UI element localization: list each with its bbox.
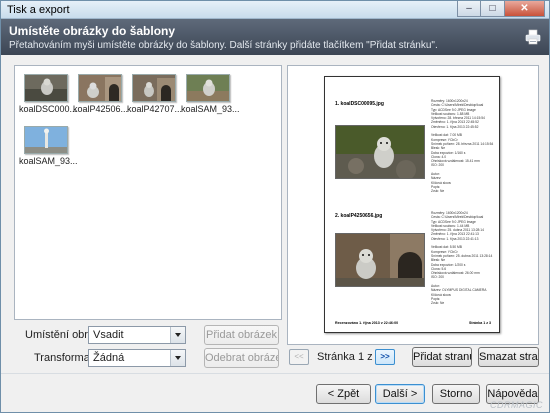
add-image-button[interactable]: Přidat obrázek <box>204 325 279 345</box>
next-button[interactable]: Další > <box>375 384 425 404</box>
transform-value: Žádná <box>93 352 125 364</box>
minimize-button[interactable]: – <box>457 1 481 17</box>
thumbnail-image <box>132 74 176 102</box>
thumbnail-item[interactable]: koalDSC000... <box>19 74 78 114</box>
photo2-title: 2. koalP4250656.jpg <box>335 213 383 219</box>
watermark-logo: CDRMAGIC <box>490 400 543 410</box>
chevron-down-icon <box>170 350 185 366</box>
page-preview[interactable]: 1. koalDSC00095.jpg Rozměry: 1600x1200x2… <box>324 76 500 333</box>
thumbnail-label: koalSAM_93... <box>181 104 240 114</box>
thumbnail-item[interactable]: koalSAM_93... <box>181 74 240 114</box>
wizard-header: Umístěte obrázky do šablony Přetahováním… <box>1 19 549 55</box>
thumbnail-item[interactable]: koalSAM_93... <box>19 126 78 166</box>
next-page-button[interactable]: >> <box>375 349 395 365</box>
chevron-down-icon <box>170 327 185 343</box>
page-indicator: Stránka 1 z 3 <box>317 351 382 363</box>
maximize-button[interactable]: □ <box>481 1 505 17</box>
back-button[interactable]: < Zpět <box>316 384 371 404</box>
window-controls: – □ ✕ <box>457 1 545 18</box>
thumbnail-image <box>24 126 68 154</box>
remove-image-button[interactable]: Odebrat obrázek <box>204 348 279 368</box>
printer-icon <box>525 29 541 45</box>
header-subtitle: Přetahováním myši umístěte obrázky do ša… <box>9 40 438 51</box>
page-footer-date: Recenzováno 1. října 2013 v 22:46:00 <box>335 321 399 325</box>
minimize-icon: – <box>466 2 472 14</box>
print-export-window: Tisk a export – □ ✕ Umístěte obrázky do … <box>0 0 550 413</box>
thumbnail-label: koalDSC000... <box>19 104 78 114</box>
photo1-info: Rozměry: 1600x1200x24 Cesta: C:\Users\Mir… <box>431 99 497 194</box>
photo2-image[interactable] <box>335 233 425 287</box>
header-title: Umístěte obrázky do šablony <box>9 24 176 38</box>
maximize-icon: □ <box>489 2 496 14</box>
delete-page-button[interactable]: Smazat stranu <box>478 347 539 367</box>
wizard-footer: < Zpět Další > Storno Nápověda CDRMAGIC <box>1 373 549 412</box>
thumbnail-item[interactable]: koalP42506... <box>73 74 129 114</box>
close-icon: ✕ <box>520 2 529 14</box>
info-line: Zvuk: Ne <box>431 301 445 306</box>
thumbnail-label: koalP42506... <box>73 104 129 114</box>
previous-page-button[interactable]: << <box>289 349 309 365</box>
transform-dropdown[interactable]: Žádná <box>88 349 186 367</box>
photo1-image[interactable] <box>335 125 425 179</box>
close-button[interactable]: ✕ <box>505 1 545 17</box>
window-title: Tisk a export <box>7 4 70 16</box>
cancel-button[interactable]: Storno <box>432 384 480 404</box>
template-preview-panel: 1. koalDSC00095.jpg Rozměry: 1600x1200x2… <box>287 65 539 345</box>
photo1-title: 1. koalDSC00095.jpg <box>335 101 384 107</box>
thumbnail-label: koalP42707... <box>127 104 183 114</box>
photo2-info: Rozměry: 1600x1200x24 Cesta: C:\Users\Mir… <box>431 211 497 306</box>
thumbnail-image <box>24 74 68 102</box>
thumbnail-image <box>186 74 230 102</box>
thumbnail-label: koalSAM_93... <box>19 156 78 166</box>
placement-dropdown[interactable]: Vsadit <box>88 326 186 344</box>
thumbnail-item[interactable]: koalP42707... <box>127 74 183 114</box>
info-line: Zvuk: Ne <box>431 189 445 194</box>
add-page-button[interactable]: Přidat stranu <box>412 347 472 367</box>
image-list[interactable]: koalDSC000... koalP42506... koalP42707..… <box>14 65 282 320</box>
placement-value: Vsadit <box>93 329 124 341</box>
title-bar: Tisk a export – □ ✕ <box>1 1 549 19</box>
page-footer-number: Stránka 1 z 3 <box>469 321 491 325</box>
wizard-content: koalDSC000... koalP42506... koalP42707..… <box>1 55 549 373</box>
thumbnail-image <box>78 74 122 102</box>
